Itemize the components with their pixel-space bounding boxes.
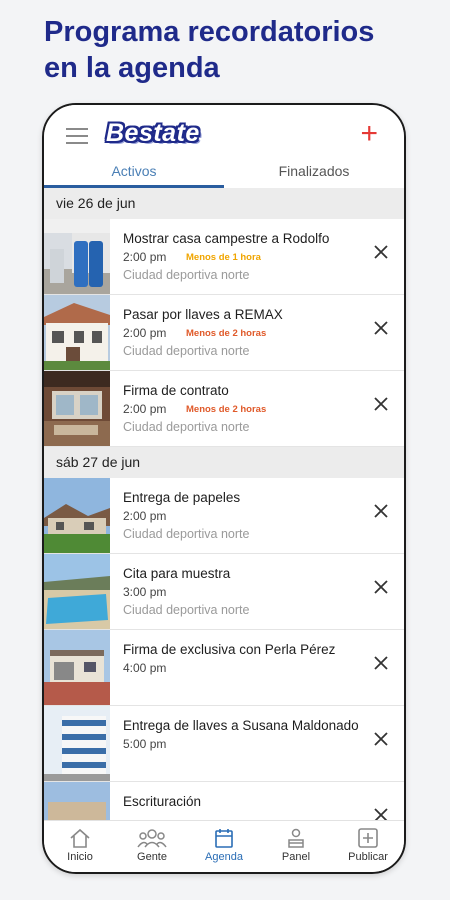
date-header: sáb 27 de jun bbox=[44, 447, 404, 478]
property-thumbnail bbox=[44, 295, 110, 370]
people-icon bbox=[137, 829, 167, 848]
nav-inicio[interactable]: Inicio bbox=[44, 821, 116, 872]
event-time: 2:00 pm bbox=[123, 326, 167, 340]
tab-finalizados[interactable]: Finalizados bbox=[224, 157, 404, 188]
close-icon[interactable] bbox=[372, 730, 390, 748]
agenda-item[interactable]: Firma de exclusiva con Perla Pérez 4:00 … bbox=[44, 630, 404, 706]
close-icon[interactable] bbox=[372, 502, 390, 520]
agenda-item[interactable]: Entrega de llaves a Susana Maldonado 5:0… bbox=[44, 706, 404, 782]
nav-label: Publicar bbox=[348, 851, 388, 863]
bottom-navigation: Inicio Gente Agenda Panel Publicar bbox=[44, 820, 404, 872]
event-location: Ciudad deportiva norte bbox=[123, 420, 250, 434]
event-time: 3:00 pm bbox=[123, 585, 167, 599]
event-title: Escrituración bbox=[123, 794, 202, 809]
event-title: Entrega de papeles bbox=[123, 490, 241, 505]
event-location: Ciudad deportiva norte bbox=[123, 344, 250, 358]
nav-publicar[interactable]: Publicar bbox=[332, 821, 404, 872]
property-thumbnail bbox=[44, 782, 110, 820]
close-icon[interactable] bbox=[372, 806, 390, 820]
event-title: Firma de contrato bbox=[123, 383, 229, 398]
property-thumbnail bbox=[44, 371, 110, 446]
event-time: 5:00 pm bbox=[123, 737, 167, 751]
close-icon[interactable] bbox=[372, 319, 390, 337]
agenda-item[interactable]: Cita para muestra 3:00 pm Ciudad deporti… bbox=[44, 554, 404, 630]
headline-line-2: en la agenda bbox=[44, 52, 220, 84]
app-bar: Bestate + Activos Finalizados bbox=[44, 105, 404, 188]
event-location: Ciudad deportiva norte bbox=[123, 527, 250, 541]
nav-label: Gente bbox=[137, 851, 167, 863]
event-time: 2:00 pm bbox=[123, 250, 167, 264]
agenda-item[interactable]: Pasar por llaves a REMAX 2:00 pm Menos d… bbox=[44, 295, 404, 371]
agenda-item[interactable]: Escrituración bbox=[44, 782, 404, 820]
agenda-item[interactable]: Mostrar casa campestre a Rodolfo 2:00 pm… bbox=[44, 219, 404, 295]
reminder-badge: Menos de 1 hora bbox=[186, 252, 261, 263]
event-title: Cita para muestra bbox=[123, 566, 231, 581]
nav-label: Inicio bbox=[67, 851, 93, 863]
add-box-icon bbox=[358, 828, 378, 848]
home-icon bbox=[70, 828, 90, 848]
property-thumbnail bbox=[44, 706, 110, 781]
nav-label: Panel bbox=[281, 851, 311, 863]
close-icon[interactable] bbox=[372, 578, 390, 596]
property-thumbnail bbox=[44, 630, 110, 705]
promo-headline: Programa recordatorios en la agenda bbox=[44, 14, 424, 86]
close-icon[interactable] bbox=[372, 654, 390, 672]
agenda-list[interactable]: vie 26 de jun Mostrar casa campestre a R… bbox=[44, 188, 404, 820]
phone-frame: Bestate + Activos Finalizados vie 26 de … bbox=[42, 103, 406, 874]
nav-label: Agenda bbox=[205, 851, 243, 863]
agenda-item[interactable]: Firma de contrato 2:00 pm Menos de 2 hor… bbox=[44, 371, 404, 447]
app-logo: Bestate bbox=[106, 119, 200, 147]
property-thumbnail bbox=[44, 554, 110, 629]
tab-bar: Activos Finalizados bbox=[44, 157, 404, 188]
dashboard-icon bbox=[288, 828, 304, 848]
calendar-icon bbox=[215, 829, 233, 848]
date-header: vie 26 de jun bbox=[44, 188, 404, 219]
property-thumbnail bbox=[44, 478, 110, 553]
nav-panel[interactable]: Panel bbox=[260, 821, 332, 872]
nav-agenda[interactable]: Agenda bbox=[188, 821, 260, 872]
agenda-item[interactable]: Entrega de papeles 2:00 pm Ciudad deport… bbox=[44, 478, 404, 554]
event-title: Entrega de llaves a Susana Maldonado bbox=[123, 718, 359, 733]
event-time: 4:00 pm bbox=[123, 661, 167, 675]
menu-icon[interactable] bbox=[66, 128, 88, 144]
headline-line-1: Programa recordatorios bbox=[44, 16, 375, 48]
event-location: Ciudad deportiva norte bbox=[123, 603, 250, 617]
close-icon[interactable] bbox=[372, 243, 390, 261]
event-title: Pasar por llaves a REMAX bbox=[123, 307, 283, 322]
add-event-button[interactable]: + bbox=[360, 119, 378, 149]
event-title: Firma de exclusiva con Perla Pérez bbox=[123, 642, 336, 657]
property-thumbnail bbox=[44, 219, 110, 294]
close-icon[interactable] bbox=[372, 395, 390, 413]
event-location: Ciudad deportiva norte bbox=[123, 268, 250, 282]
event-title: Mostrar casa campestre a Rodolfo bbox=[123, 231, 330, 246]
reminder-badge: Menos de 2 horas bbox=[186, 328, 267, 339]
event-time: 2:00 pm bbox=[123, 509, 167, 523]
reminder-badge: Menos de 2 horas bbox=[186, 404, 267, 415]
event-time: 2:00 pm bbox=[123, 402, 167, 416]
nav-gente[interactable]: Gente bbox=[116, 821, 188, 872]
tab-activos[interactable]: Activos bbox=[44, 157, 224, 188]
